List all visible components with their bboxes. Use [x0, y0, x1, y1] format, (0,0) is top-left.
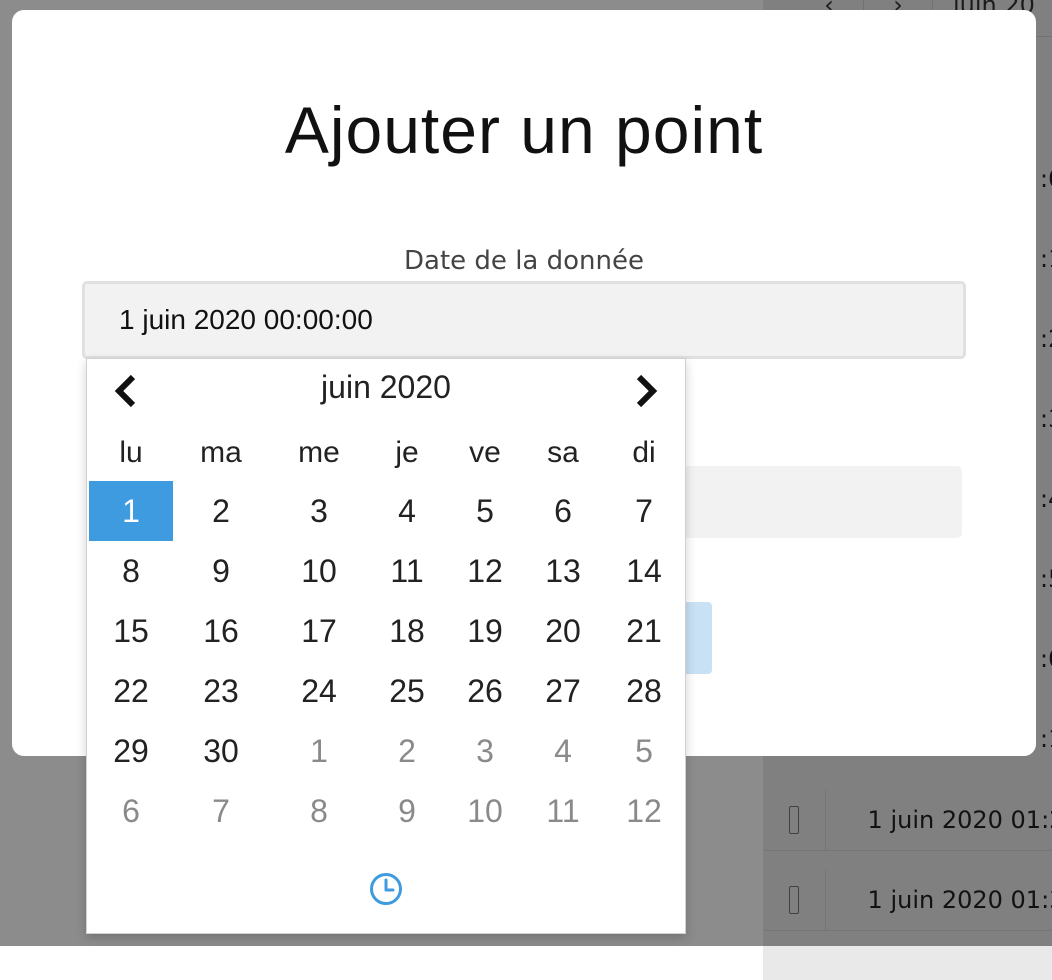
calendar-day[interactable]: 9	[173, 541, 269, 601]
calendar-day[interactable]: 23	[173, 661, 269, 721]
calendar-day[interactable]: 20	[525, 601, 601, 661]
calendar-day[interactable]: 24	[269, 661, 369, 721]
date-field-label: Date de la donnée	[404, 246, 644, 276]
weekday-label: lu	[119, 436, 143, 469]
calendar-day[interactable]: 19	[445, 601, 525, 661]
calendar-grid: lu ma me je ve sa di 1 2 3 4 5 6 7 8 9 10 11 12 13 14 15 16 17…	[87, 423, 687, 841]
calendar-week-row: 15 16 17 18 19 20 21	[87, 601, 687, 661]
calendar-day[interactable]: 5	[601, 721, 687, 781]
date-input[interactable]	[82, 281, 966, 359]
calendar-week-row: 6 7 8 9 10 11 12	[87, 781, 687, 841]
calendar-day[interactable]: 2	[369, 721, 445, 781]
calendar-day[interactable]: 4	[369, 481, 445, 541]
calendar-day[interactable]: 11	[525, 781, 601, 841]
calendar-week-row: 29 30 1 2 3 4 5	[87, 721, 687, 781]
weekday-label: ma	[200, 436, 242, 469]
weekday-label: di	[632, 436, 656, 469]
calendar-day[interactable]: 7	[173, 781, 269, 841]
datepicker-popup: juin 2020 lu ma me je ve sa di 1 2 3 4 5 6 7 8 9 10 11 12…	[86, 358, 686, 934]
weekday-header-row: lu ma me je ve sa di	[87, 423, 687, 481]
calendar-day[interactable]: 9	[369, 781, 445, 841]
chevron-left-icon[interactable]	[107, 371, 147, 411]
chevron-right-icon[interactable]	[625, 371, 665, 411]
calendar-week-row: 1234567	[87, 481, 687, 541]
calendar-day[interactable]: 21	[601, 601, 687, 661]
calendar-day[interactable]: 14	[601, 541, 687, 601]
calendar-day[interactable]: 16	[173, 601, 269, 661]
calendar-day[interactable]: 8	[89, 541, 173, 601]
weekday-label: je	[395, 436, 419, 469]
calendar-day[interactable]: 4	[525, 721, 601, 781]
calendar-day[interactable]: 27	[525, 661, 601, 721]
calendar-day[interactable]: 13	[525, 541, 601, 601]
modal-title: Ajouter un point	[284, 93, 764, 167]
calendar-day[interactable]: 11	[369, 541, 445, 601]
calendar-week-row: 22 23 24 25 26 27 28	[87, 661, 687, 721]
calendar-day[interactable]: 3	[269, 481, 369, 541]
calendar-day[interactable]: 22	[89, 661, 173, 721]
calendar-day[interactable]: 25	[369, 661, 445, 721]
month-year-label[interactable]: juin 2020	[187, 369, 585, 406]
calendar-day[interactable]: 26	[445, 661, 525, 721]
calendar-day[interactable]: 30	[173, 721, 269, 781]
value-input[interactable]	[672, 466, 962, 538]
calendar-day[interactable]: 5	[445, 481, 525, 541]
calendar-day[interactable]: 8	[269, 781, 369, 841]
weekday-label: ve	[469, 436, 501, 469]
calendar-week-row: 8 9 10 11 12 13 14	[87, 541, 687, 601]
calendar-day[interactable]: 1	[269, 721, 369, 781]
calendar-day[interactable]: 29	[89, 721, 173, 781]
calendar-day[interactable]: 28	[601, 661, 687, 721]
datepicker-header: juin 2020	[87, 359, 685, 421]
calendar-day[interactable]: 7	[601, 481, 687, 541]
calendar-day[interactable]: 6	[525, 481, 601, 541]
calendar-day[interactable]: 10	[269, 541, 369, 601]
clock-icon[interactable]	[368, 871, 404, 907]
calendar-day[interactable]: 10	[445, 781, 525, 841]
calendar-day[interactable]: 2	[173, 481, 269, 541]
calendar-day[interactable]: 12	[601, 781, 687, 841]
weekday-label: me	[298, 436, 340, 469]
calendar-day[interactable]: 15	[89, 601, 173, 661]
weekday-label: sa	[547, 436, 579, 469]
calendar-day[interactable]: 6	[89, 781, 173, 841]
calendar-day[interactable]: 12	[445, 541, 525, 601]
calendar-day[interactable]: 3	[445, 721, 525, 781]
calendar-day[interactable]: 18	[369, 601, 445, 661]
calendar-day-selected[interactable]: 1	[89, 481, 173, 541]
calendar-day[interactable]: 17	[269, 601, 369, 661]
